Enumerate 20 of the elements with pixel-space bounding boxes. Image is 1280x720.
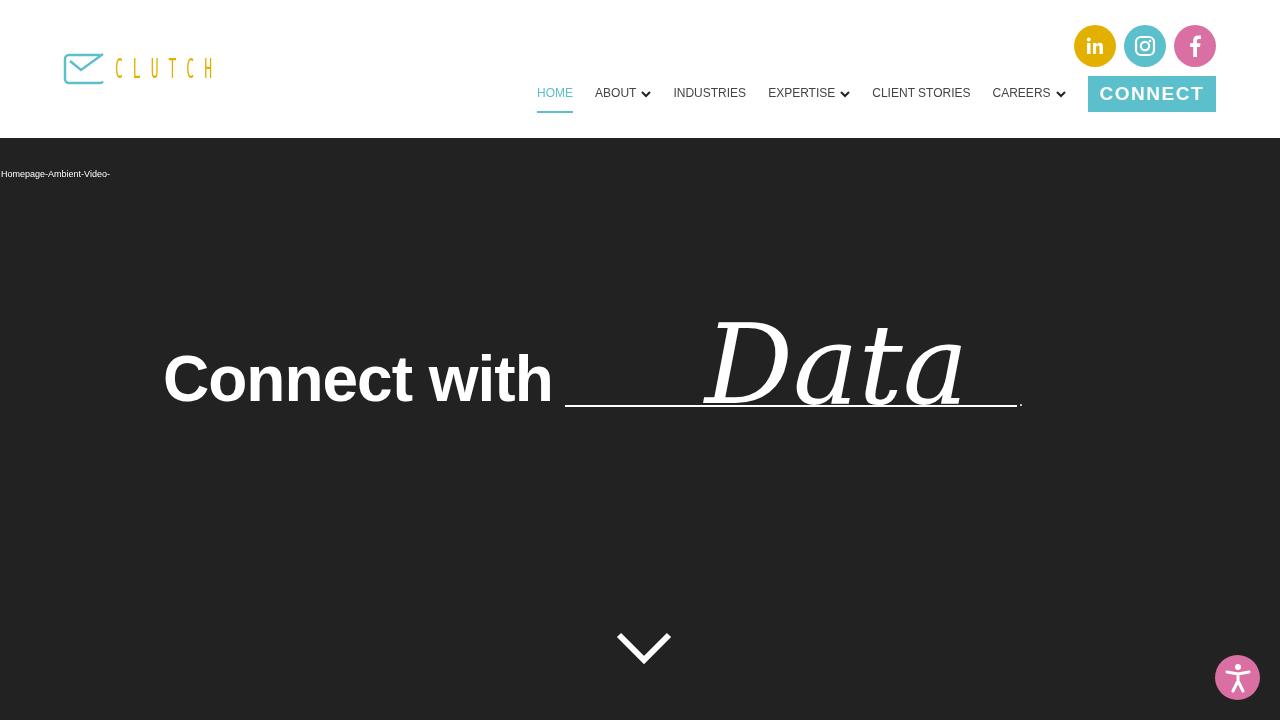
envelope-icon [63,52,105,86]
nav-link[interactable]: EXPERTISE [768,75,836,113]
video-label: Homepage-Ambient-Video- [1,168,111,181]
accessibility-icon [1224,662,1251,693]
nav-link[interactable]: INDUSTRIES [673,75,747,113]
social-link[interactable] [1174,25,1216,67]
hero-heading: Connect with [163,346,553,411]
nav-link[interactable]: ABOUT [595,75,637,113]
accessibility-button[interactable] [1215,655,1260,700]
instagram-icon [1134,35,1156,57]
linkedin-icon [1085,36,1105,56]
facebook-icon [1189,35,1201,57]
logo-text: CLUTCH [115,56,223,82]
nav-link[interactable]: CAREERS [992,75,1051,113]
social-link[interactable] [1074,25,1116,67]
end-mark: . [1018,392,1024,409]
chevron-down-icon[interactable] [616,632,672,664]
nav-link[interactable]: CLIENT STORIES [872,75,971,113]
script-word: Data [704,309,969,420]
social-link[interactable] [1124,25,1166,67]
